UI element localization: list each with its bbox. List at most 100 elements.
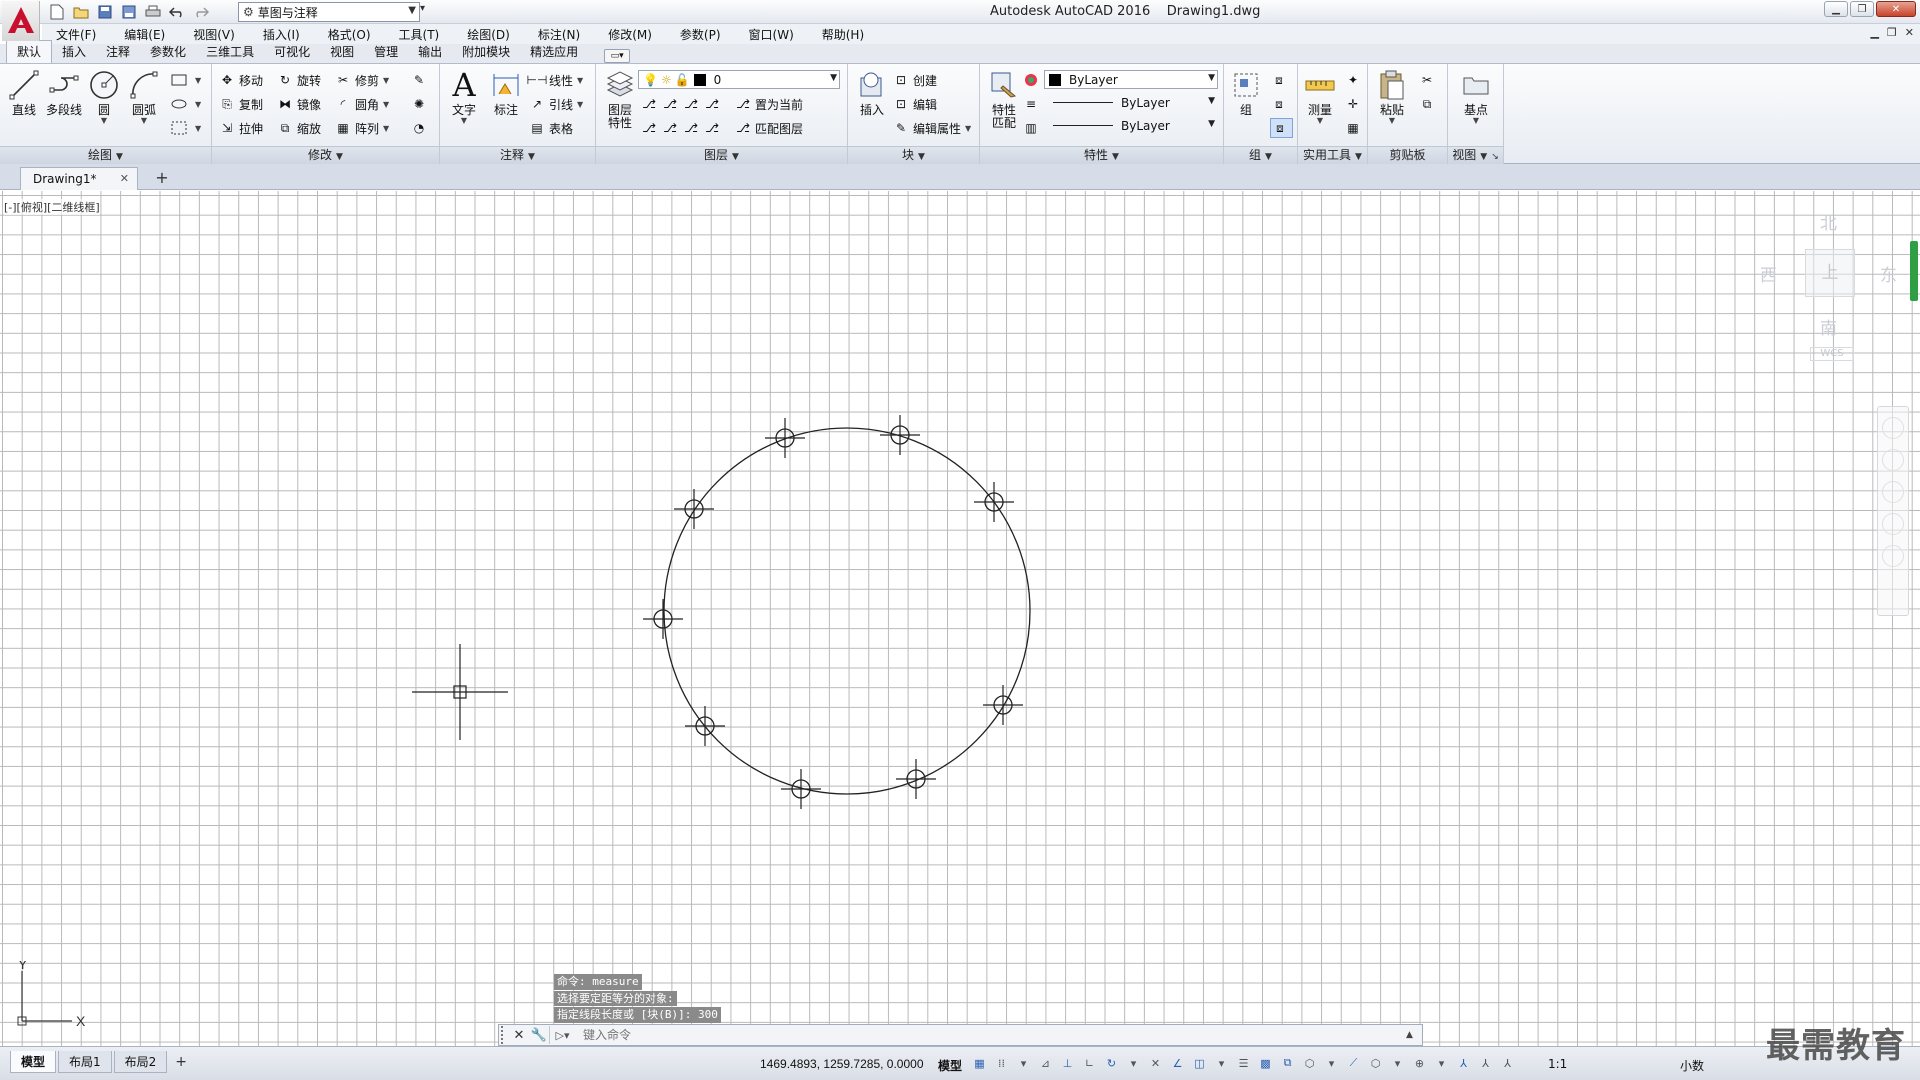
layer-unisolate-icon[interactable]: ⎇: [661, 120, 679, 136]
close-button[interactable]: ✕: [1876, 1, 1916, 17]
panel-clipboard-title[interactable]: 剪贴板: [1368, 146, 1447, 164]
close-tab-icon[interactable]: ✕: [120, 172, 129, 185]
tab-layout1[interactable]: 布局1: [58, 1051, 112, 1073]
move-button[interactable]: ✥ 移动: [218, 70, 263, 90]
menu-tools[interactable]: 工具(T): [385, 26, 454, 43]
panel-utilities-title[interactable]: 实用工具 ▼: [1298, 146, 1367, 164]
layer-dropdown[interactable]: 💡 ☼ 🔓 0 ▼: [638, 70, 840, 89]
scrollbar-thumb[interactable]: [1910, 241, 1918, 301]
quick-select-tool[interactable]: ✦: [1344, 70, 1365, 90]
layer-on-icon[interactable]: ⎇: [640, 120, 658, 136]
insert-block-button[interactable]: 插入: [852, 68, 892, 117]
transparency-icon[interactable]: ▩: [1256, 1055, 1275, 1071]
showmotion-icon[interactable]: [1882, 545, 1904, 567]
paste-button[interactable]: 粘贴 ▼: [1372, 68, 1412, 125]
offset-button[interactable]: ◔: [410, 118, 431, 138]
tab-output[interactable]: 输出: [408, 41, 452, 63]
panel-block-title[interactable]: 块 ▼: [848, 146, 979, 164]
zoom-icon[interactable]: [1882, 481, 1904, 503]
table-button[interactable]: ▤ 表格: [528, 118, 573, 138]
dynamic-input-icon[interactable]: ⊥: [1058, 1055, 1077, 1071]
orbit-icon[interactable]: [1882, 513, 1904, 535]
leader-button[interactable]: ↗ 引线 ▼: [528, 94, 583, 114]
auto-scale-icon[interactable]: ⅄: [1476, 1055, 1495, 1071]
grid-icon[interactable]: ▦: [970, 1055, 989, 1071]
layer-thaw-icon[interactable]: ⎇: [682, 120, 700, 136]
arc-button[interactable]: 圆弧 ▼: [124, 68, 164, 125]
circle-button[interactable]: 圆 ▼: [84, 68, 124, 125]
stretch-button[interactable]: ⇲ 拉伸: [218, 118, 263, 138]
workspace-dropdown[interactable]: ⚙ 草图与注释 ▼: [238, 2, 420, 22]
ungroup-tool[interactable]: ⧈: [1270, 70, 1291, 90]
wrench-icon[interactable]: 🔧: [529, 1026, 549, 1044]
ellipse-tool[interactable]: ▼: [170, 94, 201, 114]
color-dropdown[interactable]: ByLayer ▼: [1044, 70, 1218, 89]
object-snap-tracking-icon[interactable]: ∠: [1168, 1055, 1187, 1071]
measure-point-marker[interactable]: [974, 482, 1014, 522]
menu-draw[interactable]: 绘图(D): [453, 26, 524, 43]
panel-properties-title[interactable]: 特性 ▼: [980, 146, 1223, 164]
snap-icon[interactable]: ⁞⁞: [992, 1055, 1011, 1071]
menu-edit[interactable]: 编辑(E): [110, 26, 179, 43]
annotation-scale-icon[interactable]: ⅄: [1498, 1055, 1517, 1071]
isodraft-icon[interactable]: ✕: [1146, 1055, 1165, 1071]
linetype-dropdown[interactable]: ByLayer ▼: [1044, 116, 1218, 135]
menu-format[interactable]: 格式(O): [314, 26, 385, 43]
doc-restore-icon[interactable]: ❐: [1887, 26, 1897, 39]
save-as-icon[interactable]: [120, 3, 138, 21]
erase-button[interactable]: ✎: [410, 70, 431, 90]
close-icon[interactable]: ✕: [509, 1026, 529, 1044]
chevron-down-icon[interactable]: ▼: [124, 117, 164, 125]
measure-button[interactable]: 测量 ▼: [1300, 68, 1340, 125]
cut-tool[interactable]: ✂: [1418, 70, 1439, 90]
qat-customize-icon[interactable]: ▾: [420, 3, 432, 21]
menu-view[interactable]: 视图(V): [179, 26, 249, 43]
print-icon[interactable]: [144, 3, 162, 21]
command-line-grip[interactable]: [501, 1026, 509, 1044]
tab-home[interactable]: 默认: [6, 40, 53, 63]
layer-lock-icon[interactable]: ⎇: [703, 96, 721, 112]
copy-clip-tool[interactable]: ⧉: [1418, 94, 1439, 114]
gizmo-icon[interactable]: ⊕: [1410, 1055, 1429, 1071]
panel-annotation-title[interactable]: 注释 ▼: [440, 146, 595, 164]
selection-cycling-icon[interactable]: ⧉: [1278, 1055, 1297, 1071]
doc-close-icon[interactable]: ✕: [1905, 26, 1914, 39]
menu-file[interactable]: 文件(F): [42, 26, 110, 43]
tab-model[interactable]: 模型: [10, 1051, 57, 1073]
chevron-down-icon[interactable]: ▾: [1432, 1055, 1451, 1071]
array-button[interactable]: ▦ 阵列 ▼: [334, 118, 389, 138]
rotate-button[interactable]: ↻ 旋转: [276, 70, 321, 90]
text-button[interactable]: A 文字 ▼: [444, 66, 484, 125]
color-wheel-tool[interactable]: [1022, 70, 1043, 90]
layer-properties-button[interactable]: 图层 特性: [600, 68, 640, 130]
scale-button[interactable]: ⧉ 缩放: [276, 118, 321, 138]
dynamic-ucs-icon[interactable]: ⟋: [1344, 1055, 1363, 1071]
measure-point-marker[interactable]: [880, 415, 920, 455]
annotation-scale-dropdown[interactable]: 1:1: [1548, 1057, 1567, 1071]
chevron-down-icon[interactable]: ▾: [1388, 1055, 1407, 1071]
undo-icon[interactable]: [168, 3, 186, 21]
infer-constraints-icon[interactable]: ⊿: [1036, 1055, 1055, 1071]
panel-draw-title[interactable]: 绘图 ▼: [0, 146, 211, 164]
dimension-button[interactable]: 标注: [486, 68, 526, 117]
create-block-button[interactable]: ⊡ 创建: [892, 70, 937, 90]
panel-modify-title[interactable]: 修改 ▼: [212, 146, 439, 164]
fillet-button[interactable]: ◜ 圆角 ▼: [334, 94, 390, 114]
measure-point-marker[interactable]: [781, 769, 821, 809]
chevron-down-icon[interactable]: ▾: [1124, 1055, 1143, 1071]
viewcube[interactable]: 北 西 东 南 上 WCS: [1750, 209, 1900, 379]
base-view-button[interactable]: 基点 ▼: [1456, 68, 1496, 125]
annotation-visibility-icon[interactable]: ⅄: [1454, 1055, 1473, 1071]
polar-tracking-icon[interactable]: ↻: [1102, 1055, 1121, 1071]
group-button[interactable]: 组: [1226, 68, 1266, 117]
application-menu-button[interactable]: [2, 1, 40, 41]
measure-point-marker[interactable]: [674, 489, 714, 529]
rectangle-tool[interactable]: ▼: [170, 70, 201, 90]
tab-3d-tools[interactable]: 三维工具: [196, 41, 264, 63]
viewcube-east[interactable]: 东: [1880, 261, 1897, 286]
menu-window[interactable]: 窗口(W): [735, 26, 808, 43]
panel-groups-title[interactable]: 组 ▼: [1224, 146, 1297, 164]
recent-commands-icon[interactable]: ▷▾: [549, 1026, 575, 1044]
wcs-menu[interactable]: WCS: [1810, 347, 1854, 361]
trim-button[interactable]: ✂ 修剪 ▼: [334, 70, 389, 90]
